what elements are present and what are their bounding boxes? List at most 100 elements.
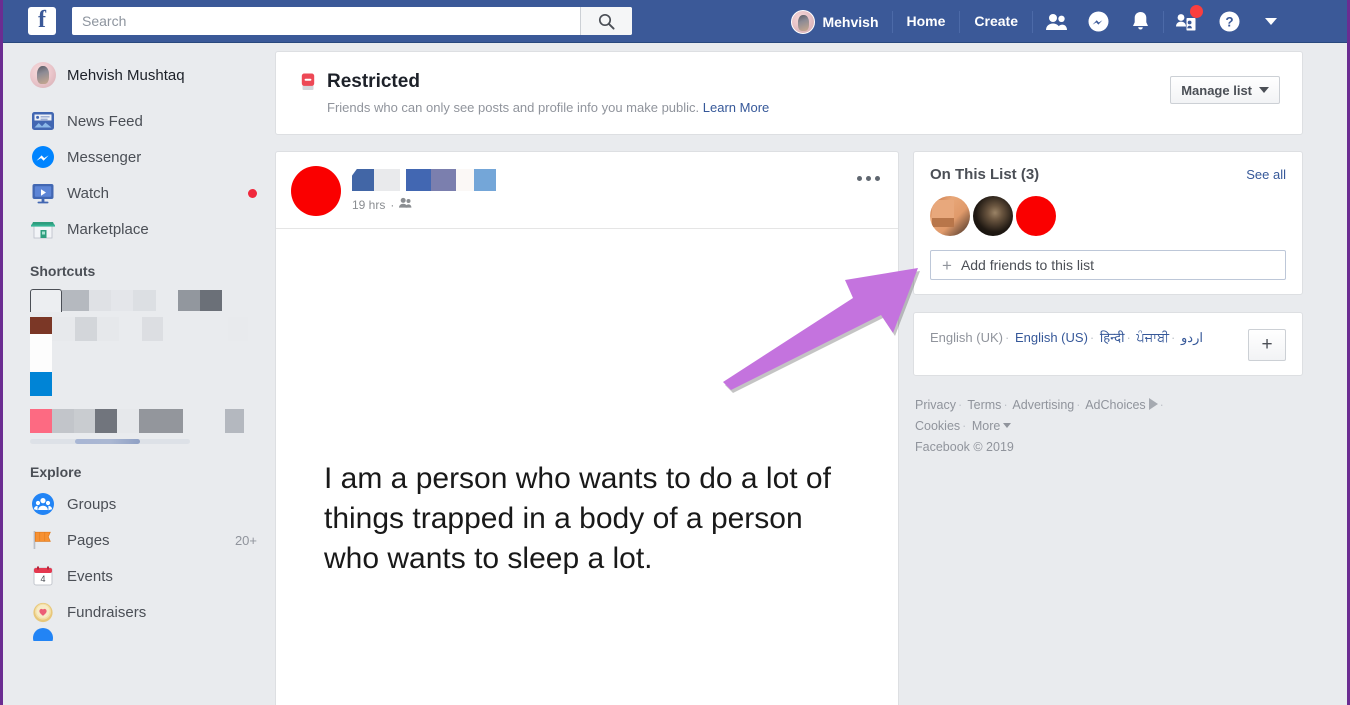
user-avatar [30,62,56,88]
post-card: 19 hrs · I am a person who wants to do a… [275,151,899,705]
footer-link-advertising[interactable]: Advertising [1012,398,1074,412]
watch-video-icon [30,180,56,206]
help-question-icon[interactable]: ? [1208,0,1250,43]
language-punjabi[interactable]: ਪੰਜਾਬੀ [1136,330,1169,345]
language-urdu[interactable]: اردو [1181,330,1203,345]
sidebar-item-label: Marketplace [67,220,149,238]
shortcut-redacted-row[interactable] [3,285,275,315]
language-english-uk[interactable]: English (UK) [930,330,1003,345]
sidebar-item-label: Pages [67,531,110,549]
sidebar-item-label: Mehvish Mushtaq [67,66,185,84]
unread-indicator-dot [248,188,257,198]
footer-link-more[interactable]: More [972,419,1000,433]
svg-text:4: 4 [40,574,45,584]
sidebar-item-marketplace[interactable]: Marketplace [3,211,275,247]
adchoices-icon [1148,398,1158,410]
shortcut-redacted-row[interactable] [3,399,275,433]
post-author-name-redacted[interactable] [352,169,496,191]
sidebar-item-label: Fundraisers [67,603,147,621]
shortcut-redacted-row[interactable] [3,369,275,399]
post-timestamp-row: 19 hrs · [352,197,496,212]
top-nav-right-group: Mehvish Home Create ? [780,0,1292,43]
language-selector-card: English (UK) · English (US) · हिन्दी · ਪੰਜਾ… [913,312,1303,376]
post-quote-text: I am a person who wants to do a lot of t… [324,462,831,575]
see-all-link[interactable]: See all [1246,167,1286,182]
footer-link-terms[interactable]: Terms [967,398,1001,412]
create-link[interactable]: Create [962,0,1030,43]
messenger-icon[interactable] [1077,0,1119,43]
shortcuts-scrollbar[interactable] [30,439,190,444]
chevron-down-icon [1003,423,1012,428]
post-author-avatar[interactable] [291,166,341,216]
sidebar-item-groups[interactable]: Groups [3,486,275,522]
post-timestamp[interactable]: 19 hrs [352,198,385,212]
shortcuts-heading: Shortcuts [30,263,96,279]
chevron-down-icon [1259,87,1269,93]
sidebar-item-label: News Feed [67,112,143,130]
member-avatar[interactable] [973,196,1013,236]
plus-icon: + [942,255,952,275]
member-avatars-row [930,196,1286,236]
messenger-icon [30,144,56,170]
list-description: Friends who can only see posts and profi… [327,100,1280,115]
timestamp-dot-separator: · [390,197,395,212]
sidebar-item-pages[interactable]: Pages 20+ [3,522,275,558]
profile-shortcut[interactable]: Mehvish [780,9,889,34]
right-column: On This List (3) See all + Add friends t… [913,151,1303,458]
divider [1163,10,1164,33]
language-list: English (UK) · English (US) · हिन्दी · ਪੰਜਾ… [930,330,1203,345]
friends-audience-icon[interactable] [399,197,412,212]
footer-link-cookies[interactable]: Cookies [915,419,960,433]
language-hindi[interactable]: हिन्दी [1100,330,1125,345]
member-avatar[interactable] [930,196,970,236]
language-english-us[interactable]: English (US) [1015,330,1088,345]
sidebar-item-label: Events [67,567,113,585]
divider [891,10,893,33]
search-icon[interactable] [580,7,632,35]
top-navigation-bar: f Mehvish Home Create [3,0,1347,43]
post-options-ellipsis-icon[interactable] [857,176,880,181]
manage-list-button[interactable]: Manage list [1170,76,1280,104]
fundraisers-heart-icon [30,599,56,625]
facebook-logo-icon[interactable]: f [28,7,56,35]
list-header-card: Restricted Friends who can only see post… [275,51,1303,135]
footer-link-adchoices[interactable]: AdChoices [1085,398,1145,412]
add-language-button[interactable]: + [1248,329,1286,361]
sidebar-item-news-feed[interactable]: News Feed [3,103,275,139]
shortcut-redacted-row[interactable] [3,333,275,379]
sidebar-item-label: Messenger [67,148,142,166]
divider [1032,10,1033,33]
footer-links: Privacy · Terms · Advertising · AdChoices · … [915,398,1164,454]
add-friends-to-this-list-button[interactable]: + Add friends to this list [930,250,1286,280]
home-link[interactable]: Home [895,0,958,43]
account-dropdown-caret-icon[interactable] [1250,0,1292,43]
footer-link-privacy[interactable]: Privacy [915,398,956,412]
restricted-list-icon [298,72,318,92]
avatar [791,9,816,34]
sidebar-item-watch[interactable]: Watch [3,175,275,211]
post-image-content: I am a person who wants to do a lot of t… [276,228,898,705]
sidebar-item-label: Groups [67,495,117,513]
sidebar-item-fundraisers[interactable]: Fundraisers [3,594,275,630]
explore-heading: Explore [30,464,82,480]
sidebar-item-partial[interactable] [3,627,275,653]
partial-icon [30,627,56,653]
pages-flag-icon [30,527,56,553]
search-input[interactable] [72,8,580,34]
divider [959,10,961,33]
sidebar-item-events[interactable]: 4 Events [3,558,275,594]
sidebar-item-profile[interactable]: Mehvish Mushtaq [3,57,275,93]
main-content: Restricted Friends who can only see post… [275,43,1303,705]
sidebar-item-label: Watch [67,184,109,202]
list-description-text: Friends who can only see posts and profi… [327,100,700,115]
pages-count-badge: 20+ [234,532,257,548]
friend-requests-icon[interactable] [1035,0,1077,43]
left-sidebar: Mehvish Mushtaq News Feed Messenger Watc… [3,43,275,705]
facebook-page: f Mehvish Home Create [0,0,1350,705]
member-avatar[interactable] [1016,196,1056,236]
notifications-bell-icon[interactable] [1119,0,1161,43]
learn-more-link[interactable]: Learn More [703,100,769,115]
manage-list-label: Manage list [1181,82,1252,98]
friend-list-icon[interactable] [1166,0,1208,43]
sidebar-item-messenger[interactable]: Messenger [3,139,275,175]
